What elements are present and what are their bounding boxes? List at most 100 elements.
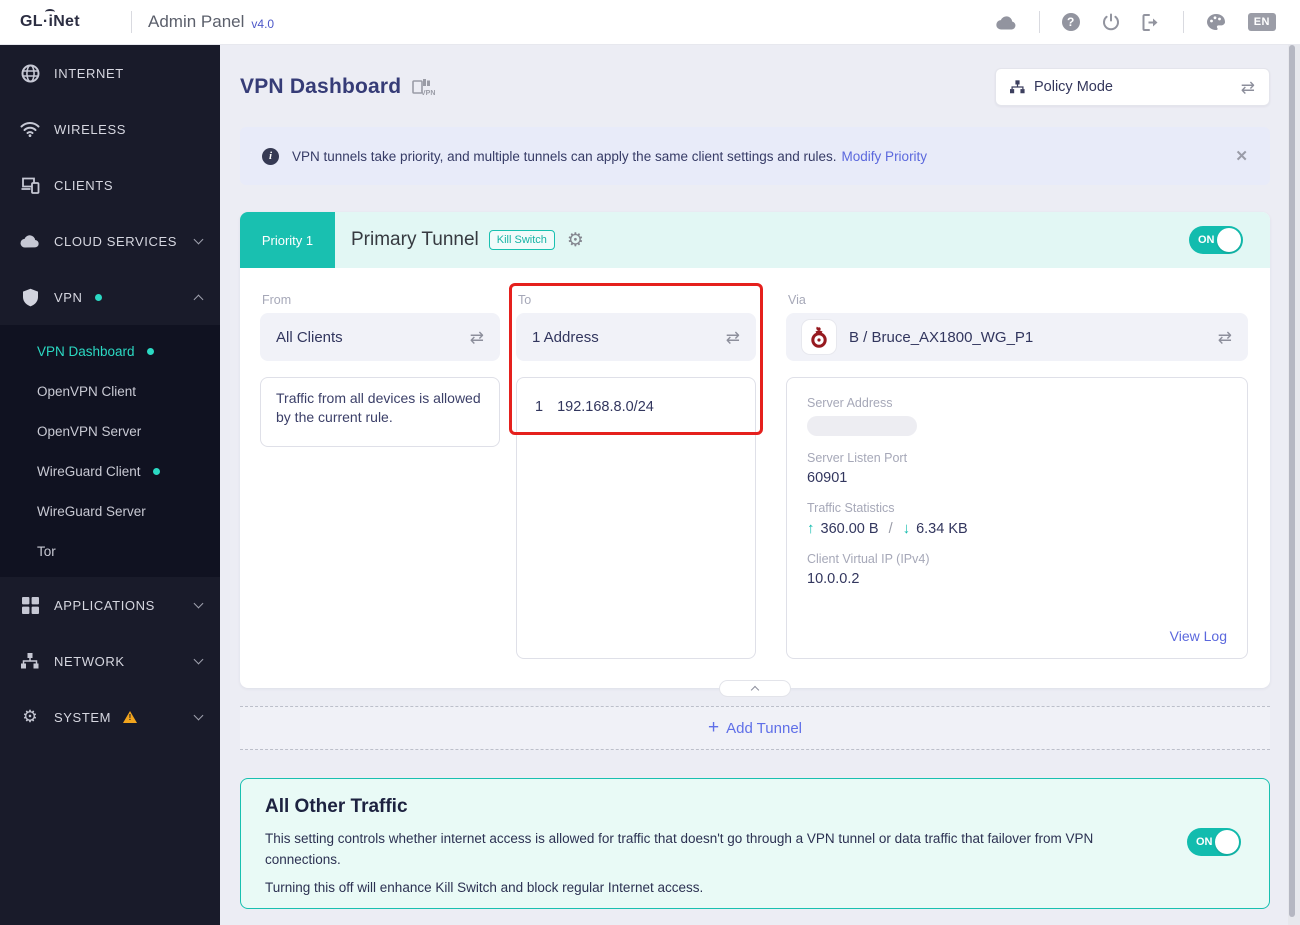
sitemap-icon xyxy=(20,653,40,669)
swap-icon: ⇄ xyxy=(1217,327,1232,347)
wireguard-logo-icon xyxy=(802,320,836,354)
tunnel-card: Priority 1 Primary Tunnel Kill Switch ⚙ … xyxy=(240,212,1270,697)
priority-badge: Priority 1 xyxy=(240,212,335,268)
all-other-traffic-toggle[interactable]: ON xyxy=(1187,828,1241,856)
sidebar-item-vpn-dashboard[interactable]: VPN Dashboard xyxy=(0,331,220,371)
to-label: To xyxy=(518,293,532,307)
info-icon: i xyxy=(262,147,279,165)
upload-arrow-icon: ↑ xyxy=(807,520,815,537)
sidebar-item-clients[interactable]: CLIENTS xyxy=(0,157,220,213)
chevron-down-icon xyxy=(193,598,204,608)
address-list-item: 1 192.168.8.0/24 xyxy=(535,399,654,415)
wifi-icon xyxy=(20,121,40,137)
add-tunnel-button[interactable]: + Add Tunnel xyxy=(240,706,1270,750)
sidebar-item-cloud-services[interactable]: CLOUD SERVICES xyxy=(0,213,220,269)
all-other-traffic-card: All Other Traffic This setting controls … xyxy=(240,778,1270,909)
close-icon[interactable]: ✕ xyxy=(1235,147,1248,165)
cloud-icon[interactable] xyxy=(996,15,1017,30)
palette-icon[interactable] xyxy=(1206,13,1226,31)
swap-icon: ⇄ xyxy=(1240,77,1255,97)
divider xyxy=(1038,11,1040,33)
app-title: Admin Panel xyxy=(148,12,245,31)
sidebar: INTERNET WIRELESS CLIENTS CLOUD SERVICES… xyxy=(0,45,220,925)
via-selector[interactable]: B / Bruce_AX1800_WG_P1 ⇄ xyxy=(786,313,1248,361)
brand-logo-text: GL·i Net xyxy=(20,9,80,31)
server-address-label: Server Address xyxy=(807,396,893,410)
download-arrow-icon: ↓ xyxy=(902,520,911,537)
kill-switch-badge: Kill Switch xyxy=(488,230,555,250)
page-title: VPN Dashboard xyxy=(240,75,402,98)
swap-icon: ⇄ xyxy=(469,327,484,347)
listen-port-value: 60901 xyxy=(807,470,848,486)
policy-mode-select[interactable]: Policy Mode ⇄ xyxy=(995,68,1270,106)
sidebar-item-vpn[interactable]: VPN xyxy=(0,269,220,325)
sidebar-item-network[interactable]: NETWORK xyxy=(0,633,220,689)
warning-icon xyxy=(123,711,138,723)
sidebar-item-wireguard-server[interactable]: WireGuard Server xyxy=(0,491,220,531)
status-dot xyxy=(94,293,102,301)
client-ip-label: Client Virtual IP (IPv4) xyxy=(807,552,930,566)
upload-value: 360.00 B xyxy=(820,520,879,537)
chevron-down-icon xyxy=(193,654,204,664)
via-column: Via B / Bruce_AX1800_WG_P1 ⇄ Server Addr… xyxy=(786,293,1248,659)
collapse-tunnel-button[interactable] xyxy=(719,680,791,697)
sidebar-item-openvpn-server[interactable]: OpenVPN Server xyxy=(0,411,220,451)
gear-icon[interactable]: ⚙ xyxy=(567,231,584,250)
from-description: Traffic from all devices is allowed by t… xyxy=(260,377,500,447)
chevron-up-icon xyxy=(193,294,204,304)
vpn-submenu: VPN Dashboard OpenVPN Client OpenVPN Ser… xyxy=(0,325,220,577)
vpn-docs-icon[interactable]: VPN xyxy=(411,77,435,97)
info-banner: i VPN tunnels take priority, and multipl… xyxy=(240,127,1270,185)
modify-priority-link[interactable]: Modify Priority xyxy=(842,149,928,164)
top-bar: GL·i Net Admin Panel v4.0 ? EN xyxy=(0,0,1300,45)
toggle-knob xyxy=(1217,228,1241,252)
download-value: 6.34 KB xyxy=(916,520,968,537)
from-label: From xyxy=(262,293,292,307)
main-content: VPN Dashboard VPN Policy Mode ⇄ i VPN tu… xyxy=(220,45,1300,925)
svg-text:VPN: VPN xyxy=(421,90,435,97)
divider xyxy=(1182,11,1184,33)
chevron-down-icon xyxy=(193,710,204,720)
devices-icon xyxy=(20,177,40,194)
from-selector[interactable]: All Clients ⇄ xyxy=(260,313,500,361)
scrollbar-thumb[interactable] xyxy=(1289,45,1295,917)
server-details-panel: Server Address Server Listen Port 60901 … xyxy=(786,377,1248,659)
power-icon[interactable] xyxy=(1102,13,1120,31)
policy-mode-label: Policy Mode xyxy=(1034,79,1113,95)
all-other-traffic-line2: Turning this off will enhance Kill Switc… xyxy=(265,879,704,895)
gear-icon: ⚙ xyxy=(22,707,38,726)
from-column: From All Clients ⇄ Traffic from all devi… xyxy=(260,293,500,447)
sidebar-item-system[interactable]: ⚙ SYSTEM xyxy=(0,689,220,745)
sidebar-item-applications[interactable]: APPLICATIONS xyxy=(0,577,220,633)
status-dot xyxy=(146,347,154,355)
sidebar-item-internet[interactable]: INTERNET xyxy=(0,45,220,101)
traffic-statistics-label: Traffic Statistics xyxy=(807,501,895,515)
divider xyxy=(131,11,132,33)
sidebar-item-wireless[interactable]: WIRELESS xyxy=(0,101,220,157)
tunnel-header: Priority 1 Primary Tunnel Kill Switch ⚙ … xyxy=(240,212,1270,268)
to-address-list: 1 192.168.8.0/24 xyxy=(516,377,756,659)
sidebar-item-openvpn-client[interactable]: OpenVPN Client xyxy=(0,371,220,411)
plus-icon: + xyxy=(707,717,720,738)
all-other-traffic-line1: This setting controls whether internet a… xyxy=(265,831,1094,867)
banner-text: VPN tunnels take priority, and multiple … xyxy=(292,148,837,164)
all-other-traffic-title: All Other Traffic xyxy=(265,796,408,817)
logout-icon[interactable] xyxy=(1142,13,1161,31)
help-icon[interactable]: ? xyxy=(1061,13,1080,31)
tunnel-toggle[interactable]: ON xyxy=(1189,226,1243,254)
tunnel-title: Primary Tunnel xyxy=(351,229,479,250)
grid-icon xyxy=(20,596,40,614)
chevron-up-icon xyxy=(750,685,760,695)
language-badge[interactable]: EN xyxy=(1247,13,1276,31)
sidebar-item-tor[interactable]: Tor xyxy=(0,531,220,571)
client-ip-value: 10.0.0.2 xyxy=(807,571,860,587)
status-dot xyxy=(152,467,160,475)
app-version: v4.0 xyxy=(251,16,275,31)
swap-icon: ⇄ xyxy=(725,327,740,347)
policy-mode-icon xyxy=(1010,80,1025,94)
sidebar-item-wireguard-client[interactable]: WireGuard Client xyxy=(0,451,220,491)
to-selector[interactable]: 1 Address ⇄ xyxy=(516,313,756,361)
view-log-link[interactable]: View Log xyxy=(1170,628,1227,644)
to-column: To 1 Address ⇄ 1 192.168.8.0/24 xyxy=(509,283,763,659)
toggle-knob xyxy=(1215,830,1239,854)
